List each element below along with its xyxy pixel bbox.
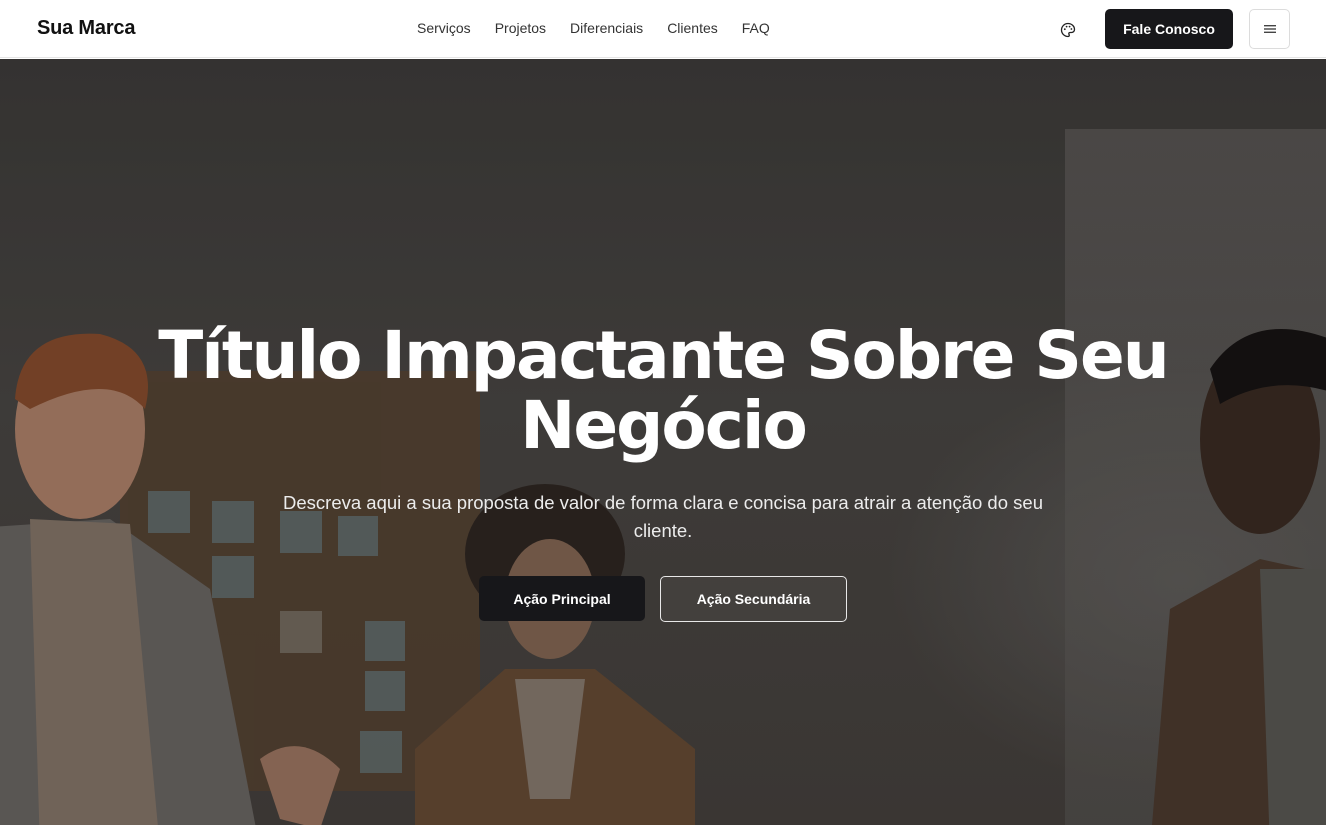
menu-toggle-button[interactable] <box>1249 9 1290 49</box>
hero-section: Título Impactante Sobre Seu Negócio Desc… <box>0 59 1326 825</box>
hero-title: Título Impactante Sobre Seu Negócio <box>158 317 1169 464</box>
nav-link-diferenciais[interactable]: Diferenciais <box>570 19 643 37</box>
nav-link-faq[interactable]: FAQ <box>742 19 770 37</box>
main-nav: Serviços Projetos Diferenciais Clientes … <box>417 19 770 37</box>
nav-link-projetos[interactable]: Projetos <box>495 19 546 37</box>
theme-palette-button[interactable] <box>1058 20 1078 40</box>
nav-link-clientes[interactable]: Clientes <box>667 19 718 37</box>
contact-button[interactable]: Fale Conosco <box>1105 9 1233 49</box>
brand-logo[interactable]: Sua Marca <box>37 17 135 40</box>
hero-subtitle: Descreva aqui a sua proposta de valor de… <box>283 492 1043 541</box>
site-header: Sua Marca Serviços Projetos Diferenciais… <box>0 0 1326 58</box>
palette-icon <box>1060 22 1076 38</box>
secondary-action-button[interactable]: Ação Secundária <box>660 576 847 622</box>
hamburger-menu-icon <box>1263 25 1276 33</box>
nav-link-servicos[interactable]: Serviços <box>417 19 471 37</box>
primary-action-button[interactable]: Ação Principal <box>479 576 645 621</box>
